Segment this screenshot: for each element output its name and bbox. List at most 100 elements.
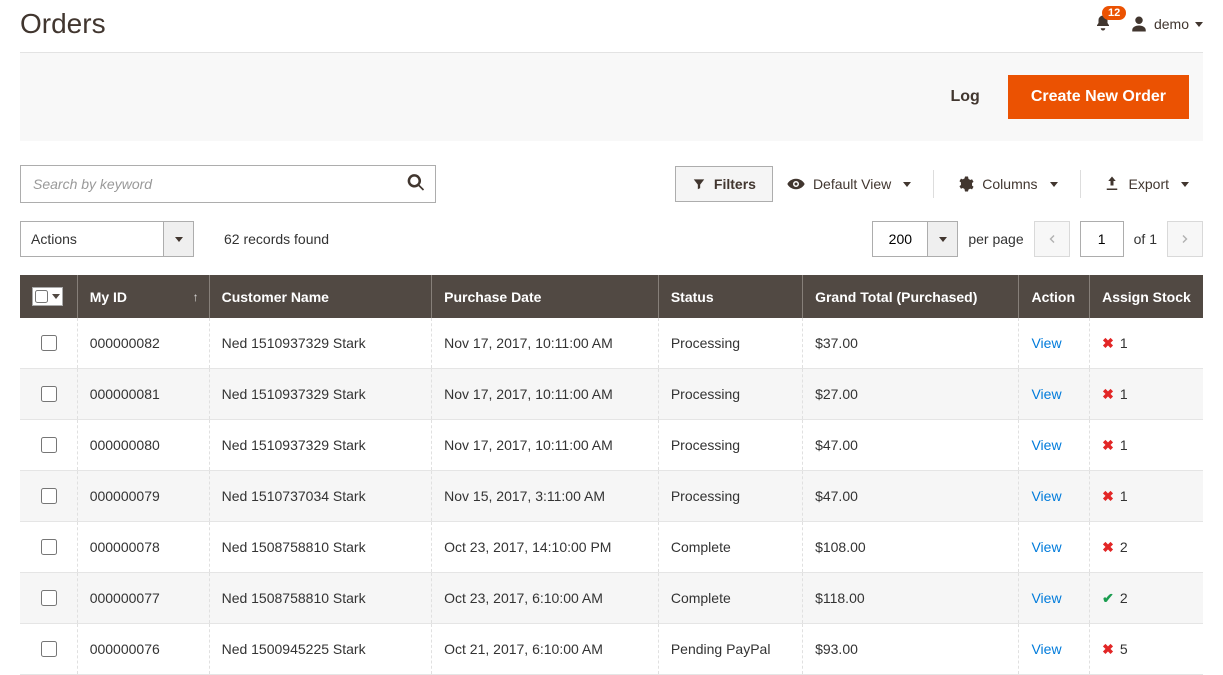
default-view-dropdown[interactable]: Default View bbox=[773, 166, 925, 202]
row-checkbox[interactable] bbox=[41, 386, 57, 402]
table-row[interactable]: 000000081Ned 1510937329 StarkNov 17, 201… bbox=[20, 369, 1203, 420]
chevron-down-icon bbox=[939, 237, 947, 242]
view-link[interactable]: View bbox=[1031, 488, 1061, 504]
order-id-cell: 000000080 bbox=[77, 420, 209, 471]
view-link[interactable]: View bbox=[1031, 641, 1061, 657]
customer-cell: Ned 1510737034 Stark bbox=[209, 471, 432, 522]
customer-cell: Ned 1508758810 Stark bbox=[209, 522, 432, 573]
assign-stock-cell: ✔2 bbox=[1090, 573, 1203, 624]
view-link[interactable]: View bbox=[1031, 386, 1061, 402]
user-label: demo bbox=[1154, 16, 1189, 32]
chevron-right-icon bbox=[1179, 233, 1191, 245]
view-link[interactable]: View bbox=[1031, 335, 1061, 351]
total-cell: $37.00 bbox=[803, 318, 1019, 369]
page-size-toggle[interactable] bbox=[928, 221, 958, 257]
filters-button[interactable]: Filters bbox=[675, 166, 773, 202]
column-header-total[interactable]: Grand Total (Purchased) bbox=[803, 275, 1019, 318]
row-checkbox-cell bbox=[20, 522, 77, 573]
per-page-label: per page bbox=[968, 231, 1023, 247]
order-id-cell: 000000078 bbox=[77, 522, 209, 573]
next-page-button[interactable] bbox=[1167, 221, 1203, 257]
sort-asc-icon: ↑ bbox=[193, 290, 199, 304]
notifications-button[interactable]: 12 bbox=[1094, 14, 1112, 35]
action-cell: View bbox=[1019, 471, 1090, 522]
stock-qty: 1 bbox=[1120, 386, 1128, 402]
bulk-actions-select[interactable]: Actions bbox=[20, 221, 194, 257]
column-header-my-id[interactable]: My ID ↑ bbox=[77, 275, 209, 318]
row-checkbox[interactable] bbox=[41, 488, 57, 504]
stock-qty: 2 bbox=[1120, 539, 1128, 555]
status-cell: Pending PayPal bbox=[658, 624, 802, 675]
assign-stock-cell: ✖1 bbox=[1090, 318, 1203, 369]
notification-badge: 12 bbox=[1102, 6, 1126, 20]
total-cell: $93.00 bbox=[803, 624, 1019, 675]
date-cell: Oct 23, 2017, 6:10:00 AM bbox=[432, 573, 659, 624]
create-new-order-button[interactable]: Create New Order bbox=[1008, 75, 1189, 119]
status-cell: Processing bbox=[658, 420, 802, 471]
bulk-actions-label: Actions bbox=[20, 221, 164, 257]
page-title: Orders bbox=[20, 8, 1094, 40]
columns-dropdown[interactable]: Columns bbox=[942, 166, 1071, 202]
table-row[interactable]: 000000076Ned 1500945225 StarkOct 21, 201… bbox=[20, 624, 1203, 675]
date-cell: Oct 21, 2017, 6:10:00 AM bbox=[432, 624, 659, 675]
view-link[interactable]: View bbox=[1031, 539, 1061, 555]
chevron-down-icon bbox=[175, 237, 183, 242]
table-row[interactable]: 000000082Ned 1510937329 StarkNov 17, 201… bbox=[20, 318, 1203, 369]
row-checkbox[interactable] bbox=[41, 335, 57, 351]
order-id-cell: 000000079 bbox=[77, 471, 209, 522]
table-row[interactable]: 000000080Ned 1510937329 StarkNov 17, 201… bbox=[20, 420, 1203, 471]
status-cell: Processing bbox=[658, 318, 802, 369]
assign-stock-cell: ✖1 bbox=[1090, 471, 1203, 522]
divider bbox=[1080, 170, 1081, 198]
row-checkbox-cell bbox=[20, 573, 77, 624]
export-dropdown[interactable]: Export bbox=[1089, 166, 1203, 202]
x-icon: ✖ bbox=[1102, 539, 1114, 556]
page-size-input[interactable] bbox=[872, 221, 928, 257]
default-view-label: Default View bbox=[813, 176, 891, 192]
funnel-icon bbox=[692, 177, 706, 191]
view-link[interactable]: View bbox=[1031, 437, 1061, 453]
status-cell: Complete bbox=[658, 522, 802, 573]
search-button[interactable] bbox=[402, 169, 430, 200]
select-all-checkbox[interactable] bbox=[35, 290, 48, 303]
row-checkbox[interactable] bbox=[41, 641, 57, 657]
table-row[interactable]: 000000078Ned 1508758810 StarkOct 23, 201… bbox=[20, 522, 1203, 573]
export-label: Export bbox=[1129, 176, 1169, 192]
view-link[interactable]: View bbox=[1031, 590, 1061, 606]
assign-stock-cell: ✖1 bbox=[1090, 420, 1203, 471]
row-checkbox-cell bbox=[20, 471, 77, 522]
row-checkbox[interactable] bbox=[41, 437, 57, 453]
table-row[interactable]: 000000079Ned 1510737034 StarkNov 15, 201… bbox=[20, 471, 1203, 522]
customer-cell: Ned 1500945225 Stark bbox=[209, 624, 432, 675]
filters-label: Filters bbox=[714, 176, 756, 192]
column-header-date[interactable]: Purchase Date bbox=[432, 275, 659, 318]
order-id-cell: 000000076 bbox=[77, 624, 209, 675]
chevron-down-icon bbox=[903, 182, 911, 187]
column-header-status[interactable]: Status bbox=[658, 275, 802, 318]
user-menu[interactable]: demo bbox=[1130, 15, 1203, 33]
column-header-customer[interactable]: Customer Name bbox=[209, 275, 432, 318]
column-header-checkbox[interactable] bbox=[20, 275, 77, 318]
table-row[interactable]: 000000077Ned 1508758810 StarkOct 23, 201… bbox=[20, 573, 1203, 624]
order-id-cell: 000000081 bbox=[77, 369, 209, 420]
order-id-cell: 000000082 bbox=[77, 318, 209, 369]
stock-qty: 5 bbox=[1120, 641, 1128, 657]
date-cell: Nov 15, 2017, 3:11:00 AM bbox=[432, 471, 659, 522]
prev-page-button[interactable] bbox=[1034, 221, 1070, 257]
status-cell: Processing bbox=[658, 471, 802, 522]
status-cell: Processing bbox=[658, 369, 802, 420]
columns-label: Columns bbox=[982, 176, 1037, 192]
row-checkbox[interactable] bbox=[41, 590, 57, 606]
search-input[interactable] bbox=[20, 165, 436, 203]
current-page-input[interactable] bbox=[1080, 221, 1124, 257]
x-icon: ✖ bbox=[1102, 386, 1114, 403]
bulk-actions-toggle[interactable] bbox=[164, 221, 194, 257]
export-icon bbox=[1103, 175, 1121, 193]
total-cell: $27.00 bbox=[803, 369, 1019, 420]
log-link[interactable]: Log bbox=[951, 88, 980, 106]
x-icon: ✖ bbox=[1102, 335, 1114, 352]
orders-grid: My ID ↑ Customer Name Purchase Date Stat… bbox=[20, 275, 1203, 675]
row-checkbox[interactable] bbox=[41, 539, 57, 555]
check-icon: ✔ bbox=[1102, 590, 1114, 607]
search-icon bbox=[406, 173, 426, 193]
